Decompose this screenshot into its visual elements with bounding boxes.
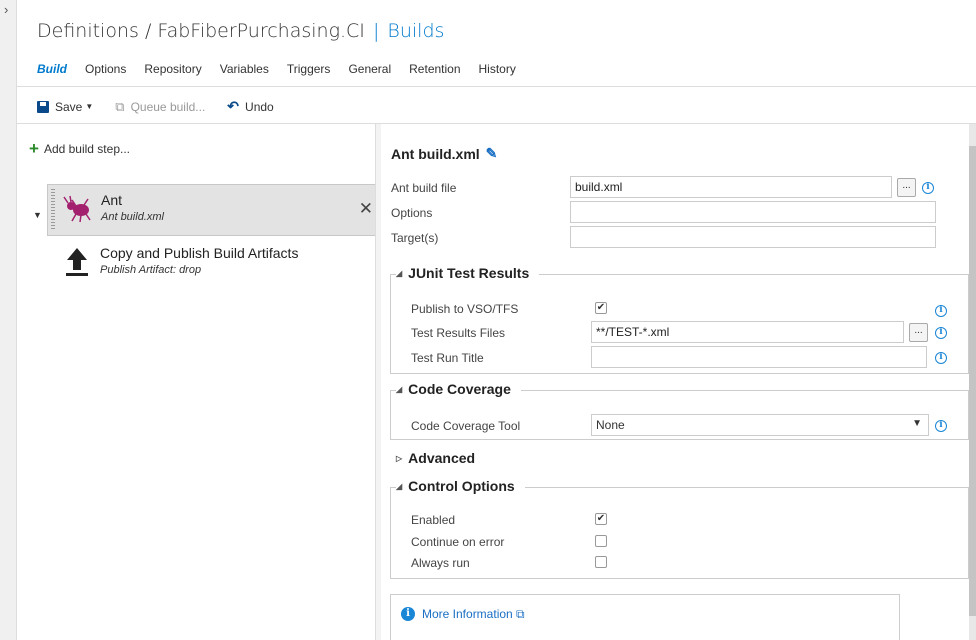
browse-button[interactable]: ... (897, 178, 916, 197)
collapse-triangle-icon: ◢ (396, 268, 403, 278)
control-group (390, 487, 969, 579)
toolbar: Save ▼ ⧉ Queue build... ↶ Undo (37, 98, 296, 115)
expand-chevron-icon[interactable]: › (4, 2, 8, 17)
enabled-label: Enabled (411, 513, 456, 527)
targets-input[interactable] (570, 226, 936, 248)
info-icon[interactable]: i (935, 352, 947, 364)
coverage-heading: Code Coverage (408, 381, 511, 397)
info-icon[interactable]: i (935, 305, 947, 317)
test-results-files-label: Test Results Files (411, 326, 506, 340)
task-title: Ant build.xml ✎ (391, 145, 497, 162)
queue-build-icon: ⧉ (115, 98, 125, 114)
step-name: Ant (101, 192, 123, 208)
coverage-tool-label: Code Coverage Tool (411, 419, 521, 433)
continue-on-error-label: Continue on error (411, 535, 505, 549)
options-label: Options (391, 206, 433, 220)
coverage-tool-select[interactable]: None ▼ (591, 414, 929, 436)
queue-build-label: Queue build... (130, 99, 206, 114)
step-name: Copy and Publish Build Artifacts (100, 245, 299, 261)
expand-triangle-icon: ▷ (396, 453, 403, 463)
step-collapse-icon[interactable]: ▼ (33, 210, 42, 220)
options-input[interactable] (570, 201, 936, 223)
drag-handle-icon[interactable] (51, 189, 55, 231)
definition-tabs: Build Options Repository Variables Trigg… (37, 62, 534, 76)
more-information-link[interactable]: More Information ⧉ (422, 607, 525, 622)
undo-icon: ↶ (227, 98, 240, 114)
tab-variables[interactable]: Variables (220, 62, 269, 76)
pencil-icon[interactable]: ✎ (486, 145, 498, 162)
header-divider (17, 86, 976, 87)
enabled-checkbox[interactable]: ✔ (595, 513, 607, 525)
control-group-header[interactable]: ◢ Control Options (396, 478, 525, 494)
ant-build-file-label: Ant build file (391, 181, 457, 195)
add-build-step-label: Add build step... (43, 142, 130, 156)
scrollbar-thumb[interactable] (969, 146, 976, 616)
advanced-heading: Advanced (408, 450, 476, 466)
tab-triggers[interactable]: Triggers (287, 62, 331, 76)
junit-heading: JUnit Test Results (408, 265, 530, 281)
build-step-ant[interactable]: Ant Ant build.xml ✕ (47, 184, 380, 236)
step-subtitle: Publish Artifact: drop (100, 264, 202, 276)
control-heading: Control Options (408, 478, 515, 494)
tab-general[interactable]: General (348, 62, 391, 76)
junit-group-header[interactable]: ◢ JUnit Test Results (396, 265, 540, 281)
save-label: Save (55, 99, 83, 114)
info-circle-icon: i (401, 607, 415, 621)
build-step-copy-publish[interactable]: Copy and Publish Build Artifacts Publish… (47, 238, 380, 290)
save-dropdown-icon[interactable]: ▼ (85, 102, 93, 111)
breadcrumb-separator: / (144, 20, 152, 42)
undo-button[interactable]: ↶ Undo (227, 98, 273, 115)
ant-build-file-input[interactable]: build.xml (570, 176, 892, 198)
continue-on-error-checkbox[interactable] (595, 535, 607, 547)
info-icon[interactable]: i (935, 327, 947, 339)
build-steps-pane: + Add build step... ▼ Ant Ant build.xml … (17, 124, 380, 640)
always-run-checkbox[interactable] (595, 556, 607, 568)
publish-checkbox[interactable]: ✔ (595, 302, 607, 314)
close-icon[interactable]: ✕ (359, 199, 373, 219)
definition-name: FabFiberPurchasing.CI (157, 20, 365, 42)
more-info-box: i More Information ⧉ (390, 594, 900, 640)
collapsed-left-rail[interactable]: › (0, 0, 17, 640)
test-results-files-input[interactable]: **/TEST-*.xml (591, 321, 904, 343)
tab-options[interactable]: Options (85, 62, 126, 76)
more-information-label: More Information (422, 607, 513, 621)
title-pipe: | (372, 20, 380, 42)
info-icon[interactable]: i (922, 182, 934, 194)
tab-retention[interactable]: Retention (409, 62, 460, 76)
task-settings-pane: Ant build.xml ✎ Ant build file build.xml… (381, 124, 969, 640)
plus-icon: + (29, 139, 39, 158)
tab-repository[interactable]: Repository (144, 62, 201, 76)
tab-history[interactable]: History (479, 62, 516, 76)
save-icon (37, 100, 49, 113)
section-name: Builds (387, 20, 445, 42)
always-run-label: Always run (411, 556, 470, 570)
coverage-tool-value: None (596, 418, 625, 432)
save-button[interactable]: Save ▼ (37, 100, 93, 114)
test-run-title-input[interactable] (591, 346, 927, 368)
page-title: Definitions / FabFiberPurchasing.CI | Bu… (37, 20, 444, 42)
undo-label: Undo (245, 99, 274, 114)
add-build-step-button[interactable]: + Add build step... (29, 139, 130, 158)
dropdown-arrow-icon: ▼ (912, 418, 922, 429)
ant-icon (63, 195, 91, 223)
tab-build[interactable]: Build (37, 62, 67, 76)
upload-icon (66, 248, 88, 276)
queue-build-button[interactable]: ⧉ Queue build... (115, 99, 205, 115)
test-run-title-label: Test Run Title (411, 351, 484, 365)
step-subtitle: Ant build.xml (101, 211, 164, 223)
coverage-group-header[interactable]: ◢ Code Coverage (396, 381, 521, 397)
browse-button[interactable]: ... (909, 323, 928, 342)
collapse-triangle-icon: ◢ (396, 384, 403, 394)
vertical-scrollbar[interactable] (969, 124, 976, 640)
external-link-icon: ⧉ (516, 607, 525, 621)
advanced-group-header[interactable]: ▷ Advanced (396, 450, 486, 466)
publish-label: Publish to VSO/TFS (411, 302, 519, 316)
collapse-triangle-icon: ◢ (396, 481, 403, 491)
task-title-text: Ant build.xml (391, 145, 480, 162)
breadcrumb-definitions[interactable]: Definitions (37, 20, 139, 42)
info-icon[interactable]: i (935, 420, 947, 432)
targets-label: Target(s) (391, 231, 439, 245)
